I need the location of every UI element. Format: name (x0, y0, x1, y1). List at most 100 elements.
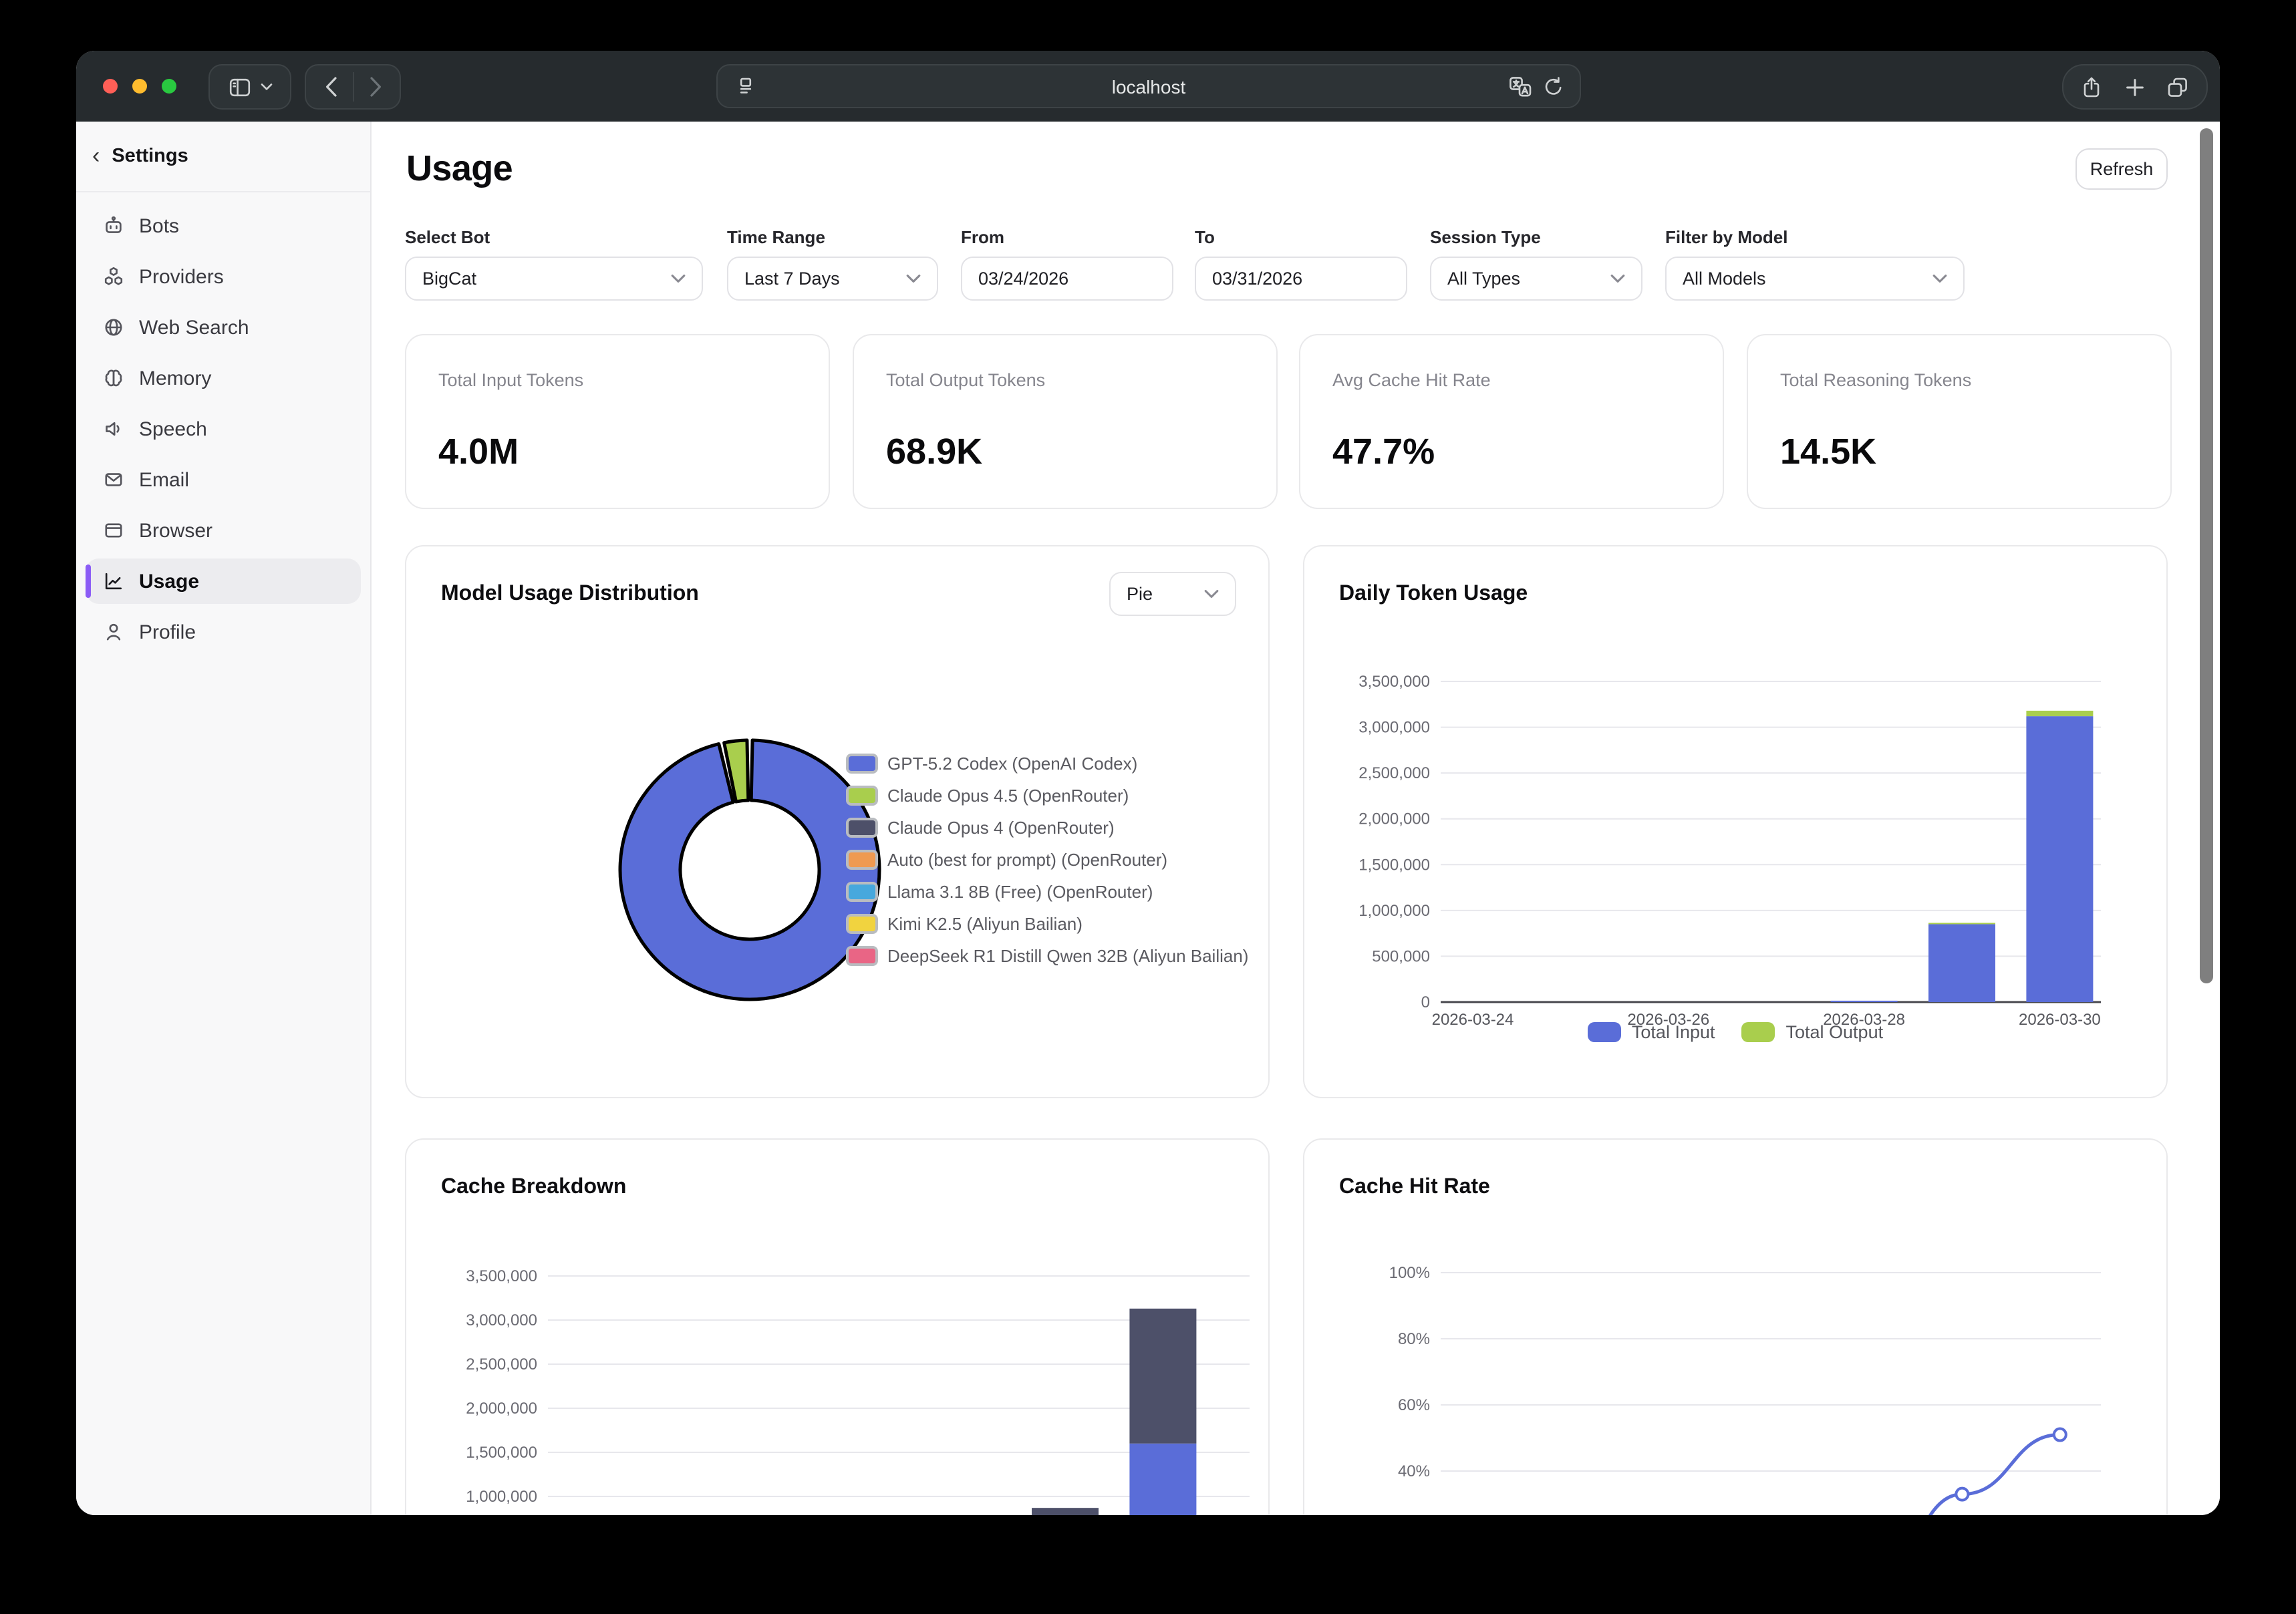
sidebar-item-label: Memory (139, 367, 211, 389)
filter-to: To 03/31/2026 (1195, 227, 1407, 301)
address-bar[interactable]: localhost (716, 64, 1581, 108)
memory-icon (103, 367, 124, 389)
svg-text:2,500,000: 2,500,000 (466, 1355, 537, 1374)
legend-swatch (1588, 1022, 1621, 1042)
sidebar-item-email[interactable]: Email (86, 457, 361, 502)
legend-item[interactable]: Claude Opus 4 (OpenRouter) (846, 811, 1248, 843)
close-window-button[interactable] (103, 79, 118, 94)
legend-swatch (846, 945, 878, 965)
filter-label: To (1195, 227, 1407, 247)
reload-icon[interactable] (1544, 75, 1564, 97)
legend-item[interactable]: Kimi K2.5 (Aliyun Bailian) (846, 907, 1248, 939)
legend-label: DeepSeek R1 Distill Qwen 32B (Aliyun Bai… (887, 945, 1248, 965)
screen: localhost ‹ Settings Bots Providers Web Se… (0, 0, 2296, 1614)
svg-text:100%: 100% (1389, 1264, 1430, 1282)
legend-label: GPT-5.2 Codex (OpenAI Codex) (887, 753, 1137, 773)
sidebar-item-bots[interactable]: Bots (86, 203, 361, 249)
svg-text:2,000,000: 2,000,000 (1358, 810, 1430, 828)
filter-session-type-select[interactable]: All Types (1430, 257, 1642, 301)
filter-value: All Models (1683, 269, 1766, 289)
filter-label: Time Range (727, 227, 938, 247)
legend-item[interactable]: Claude Opus 4.5 (OpenRouter) (846, 779, 1248, 811)
chevron-down-icon (260, 83, 272, 91)
translate-icon[interactable] (1509, 75, 1532, 97)
svg-text:1,000,000: 1,000,000 (1358, 902, 1430, 920)
zoom-window-button[interactable] (162, 79, 176, 94)
forward-icon[interactable] (368, 76, 382, 98)
model-usage-card: Model Usage Distribution Pie GPT-5.2 Cod… (405, 545, 1270, 1098)
sidebar-item-label: Web Search (139, 316, 249, 339)
filter-from: From 03/24/2026 (961, 227, 1173, 301)
cache-breakdown-card: Cache Breakdown 1,000,0001,500,0002,000,… (405, 1138, 1270, 1515)
legend-label: Claude Opus 4 (OpenRouter) (887, 817, 1115, 837)
sidebar-item-browser[interactable]: Browser (86, 508, 361, 553)
back-icon[interactable] (324, 76, 337, 98)
filter-from-input[interactable]: 03/24/2026 (961, 257, 1173, 301)
page-settings-icon[interactable] (735, 75, 756, 97)
svg-text:0: 0 (1421, 993, 1430, 1011)
cache-hit-rate-card: Cache Hit Rate 40%60%80%100% (1303, 1138, 2168, 1515)
sidebar-item-providers[interactable]: Providers (86, 254, 361, 299)
share-icon[interactable] (2081, 75, 2102, 98)
browser-icon (103, 520, 124, 541)
legend-item[interactable]: DeepSeek R1 Distill Qwen 32B (Aliyun Bai… (846, 939, 1248, 971)
legend-item[interactable]: Total Output (1742, 1022, 1884, 1042)
providers-icon (103, 266, 124, 287)
cache-hit-rate-chart: 40%60%80%100% (1304, 1140, 2168, 1515)
sidebar-item-web-search[interactable]: Web Search (86, 305, 361, 350)
sidebar-item-label: Providers (139, 265, 224, 288)
email-icon (103, 469, 124, 490)
sidebar-item-speech[interactable]: Speech (86, 406, 361, 452)
new-tab-icon[interactable] (2124, 77, 2144, 97)
stat-card-avg-cache-hit-rate: Avg Cache Hit Rate47.7% (1299, 334, 1724, 509)
legend-label: Kimi K2.5 (Aliyun Bailian) (887, 913, 1083, 933)
filter-label: Select Bot (405, 227, 703, 247)
stat-value: 14.5K (1780, 432, 1876, 473)
filter-value: 03/24/2026 (978, 269, 1068, 289)
settings-sidebar: ‹ Settings Bots Providers Web Search Memory… (76, 122, 372, 1515)
legend-item[interactable]: GPT-5.2 Codex (OpenAI Codex) (846, 747, 1248, 779)
sidebar-icon (228, 75, 251, 98)
filter-value: All Types (1447, 269, 1520, 289)
sidebar-item-profile[interactable]: Profile (86, 609, 361, 655)
filter-to-input[interactable]: 03/31/2026 (1195, 257, 1407, 301)
legend-swatch (846, 753, 878, 773)
filter-time-range-select[interactable]: Last 7 Days (727, 257, 938, 301)
svg-text:80%: 80% (1398, 1330, 1430, 1348)
stat-value: 47.7% (1332, 432, 1435, 473)
chevron-left-icon: ‹ (92, 143, 100, 170)
model-usage-legend: GPT-5.2 Codex (OpenAI Codex) Claude Opus … (846, 747, 1248, 971)
legend-item[interactable]: Auto (best for prompt) (OpenRouter) (846, 843, 1248, 875)
sidebar-item-memory[interactable]: Memory (86, 355, 361, 401)
settings-back[interactable]: ‹ Settings (76, 122, 370, 192)
legend-item[interactable]: Llama 3.1 8B (Free) (OpenRouter) (846, 875, 1248, 907)
svg-text:40%: 40% (1398, 1462, 1430, 1480)
sidebar-item-usage[interactable]: Usage (86, 558, 361, 604)
stat-label: Total Reasoning Tokens (1780, 370, 1971, 390)
stat-label: Total Output Tokens (886, 370, 1045, 390)
svg-text:3,000,000: 3,000,000 (466, 1311, 537, 1329)
sidebar-toggle-button[interactable] (208, 64, 291, 110)
filter-session-type: Session TypeAll Types (1430, 227, 1642, 301)
minimize-window-button[interactable] (132, 79, 147, 94)
legend-label: Claude Opus 4.5 (OpenRouter) (887, 785, 1129, 805)
filter-select-bot-select[interactable]: BigCat (405, 257, 703, 301)
svg-text:2,000,000: 2,000,000 (466, 1400, 537, 1418)
chevron-down-icon (1610, 274, 1625, 283)
legend-item[interactable]: Total Input (1588, 1022, 1715, 1042)
filter-time-range: Time Range Last 7 Days (727, 227, 938, 301)
sidebar-item-label: Profile (139, 621, 196, 643)
bot-icon (103, 215, 124, 236)
legend-swatch (846, 849, 878, 869)
filter-value: 03/31/2026 (1212, 269, 1302, 289)
sidebar-item-label: Browser (139, 519, 212, 542)
stat-value: 4.0M (438, 432, 519, 473)
filter-filter-by-model-select[interactable]: All Models (1665, 257, 1965, 301)
svg-text:1,000,000: 1,000,000 (466, 1488, 537, 1506)
filter-label: From (961, 227, 1173, 247)
scrollbar-thumb[interactable] (2200, 128, 2213, 983)
daily-token-usage-chart: 0500,0001,000,0001,500,0002,000,0002,500… (1304, 546, 2168, 1098)
refresh-button[interactable]: Refresh (2075, 148, 2168, 190)
filter-value: Last 7 Days (744, 269, 840, 289)
tabs-overview-icon[interactable] (2166, 75, 2189, 98)
